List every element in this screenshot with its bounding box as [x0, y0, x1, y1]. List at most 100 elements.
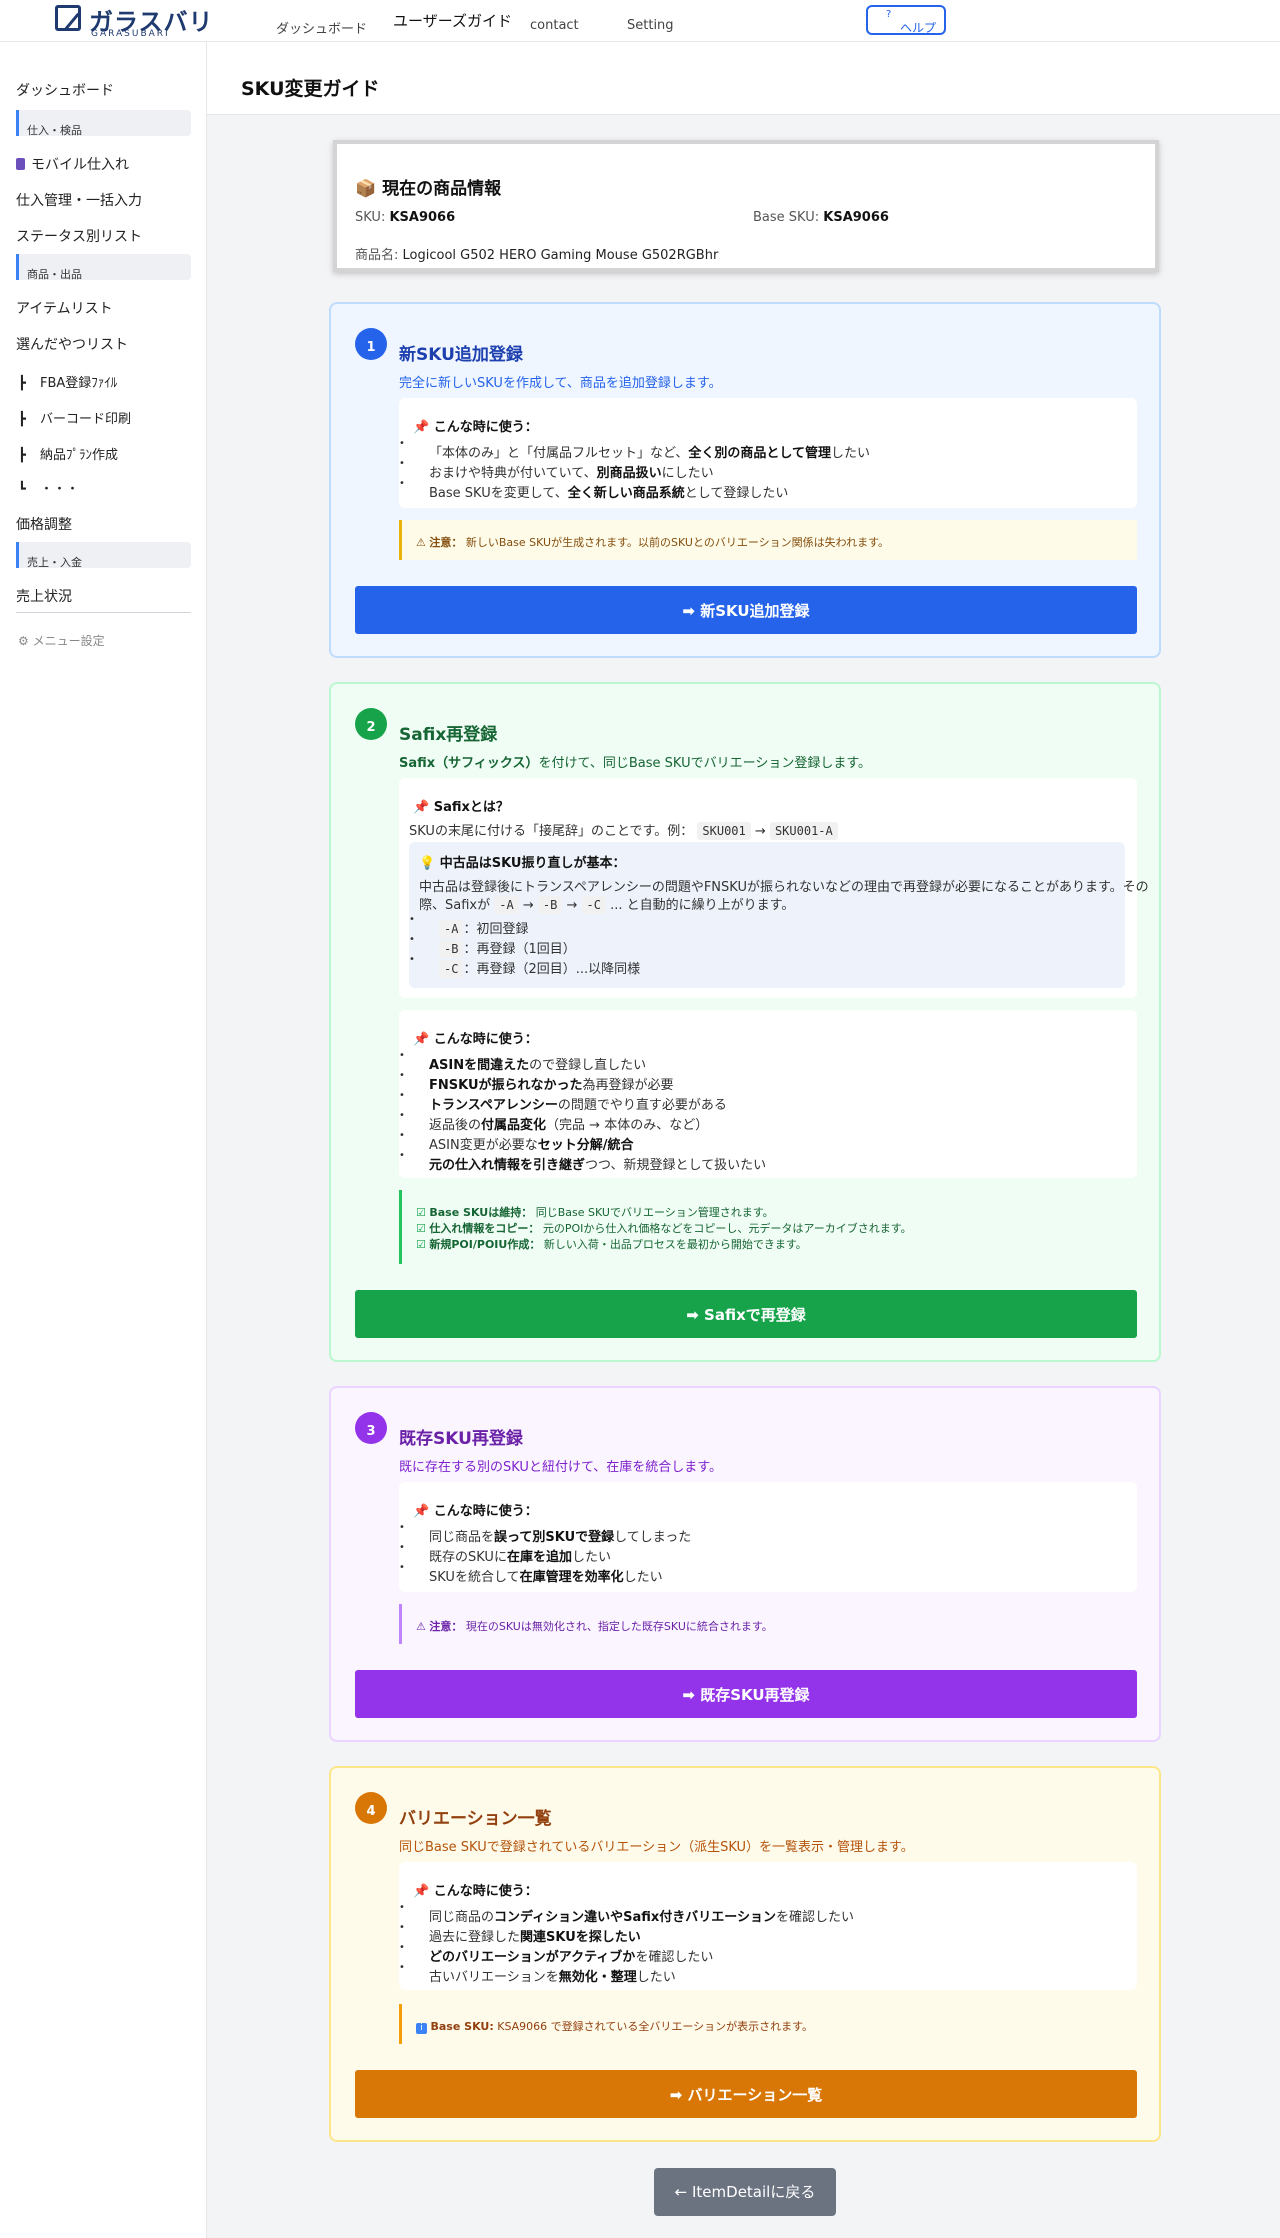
product-sku: SKU: KSA9066 [355, 210, 456, 225]
sidebar-group-listing: 商品・出品 [16, 254, 191, 281]
sidebar-item-label: バーコード印刷 [40, 412, 132, 427]
safix-button[interactable]: ➡ Safixで再登録 [355, 1290, 1137, 1338]
back-to-itemdetail-button[interactable]: ← ItemDetailに戻る [654, 2168, 836, 2216]
sidebar-group-sales: 売上・入金 [16, 542, 191, 569]
nav-contact[interactable]: contact [530, 18, 579, 33]
card-description: 同じBase SKUで登録されているバリエーション（派生SKU）を一覧表示・管理… [399, 1840, 914, 1855]
usage-heading: 📌 こんな時に使う： [413, 1504, 538, 1519]
sidebar-menu-settings[interactable]: ⚙ メニュー設定 [18, 632, 105, 649]
pin-icon: 📌 [413, 1884, 430, 1899]
main-content: SKU変更ガイド 📦 現在の商品情報 SKU: KSA9066 Base SKU… [207, 42, 1280, 2238]
existing-sku-card: 3 既存SKU再登録 既に存在する別のSKUと紐付けて、在庫を統合します。 📌 … [329, 1386, 1161, 1742]
sidebar-item-mobile[interactable]: モバイル仕入れ [16, 154, 129, 174]
usage-box: 📌 こんな時に使う： • ASINを間違えたので登録し直したい • FNSKUが振ら… [399, 1010, 1137, 1178]
sidebar-item-delivery[interactable]: ┣ 納品ﾌﾟﾗﾝ作成 [18, 444, 118, 463]
usage-heading: 📌 こんな時に使う： [413, 420, 538, 435]
sidebar-item-fba[interactable]: ┣ FBA登録ﾌｧｲﾙ [18, 372, 117, 391]
gear-icon: ⚙ [18, 634, 29, 648]
logo[interactable]: ガラスバリ GARASUBARI [55, 2, 215, 40]
sidebar-item-dashboard[interactable]: ダッシュボード [16, 80, 114, 100]
product-name: 商品名: Logicool G502 HERO Gaming Mouse G50… [355, 248, 719, 263]
usage-box: 📌 こんな時に使う： • 同じ商品のコンディション違いやSafix付きバリエーショ… [399, 1862, 1137, 1990]
card-title: Safix再登録 [399, 725, 498, 745]
nav-setting[interactable]: Setting [627, 18, 674, 33]
info-icon: i [416, 2023, 427, 2034]
logo-mark [55, 5, 81, 31]
safix-definition: SKUの末尾に付ける「接尾辞」のことです。例： SKU001 → SKU001-… [409, 820, 838, 840]
usage-box: 📌 こんな時に使う： • 「本体のみ」と「付属品フルセット」など、全く別の商品とし… [399, 398, 1137, 508]
step-badge: 1 [355, 328, 387, 360]
sidebar-item-label: モバイル仕入れ [31, 157, 129, 173]
step-badge: 3 [355, 1412, 387, 1444]
safix-card: 2 Safix再登録 Safix（サフィックス）を付けて、同じBase SKUで… [329, 682, 1161, 1362]
variation-list-button[interactable]: ➡ バリエーション一覧 [355, 2070, 1137, 2118]
sidebar-item-label: 納品ﾌﾟﾗﾝ作成 [40, 448, 119, 463]
pin-icon: 📌 [413, 800, 430, 815]
check-icon: ☑ [416, 1222, 426, 1235]
card-description: 既に存在する別のSKUと紐付けて、在庫を統合します。 [399, 1460, 722, 1475]
card-title: 既存SKU再登録 [399, 1429, 523, 1449]
pin-icon: 📌 [413, 1032, 430, 1047]
sidebar-item-more[interactable]: ┗ ・・・ [18, 478, 79, 497]
check-icon: ☑ [416, 1206, 426, 1219]
warning-note: ⚠ 注意： 新しいBase SKUが生成されます。以前のSKUとのバリエーション… [399, 520, 1137, 560]
safix-heading: 📌 Safixとは？ [413, 800, 509, 815]
sidebar: ダッシュボード 仕入・検品 モバイル仕入れ 仕入管理・一括入力 ステータス別リス… [0, 42, 207, 2238]
new-sku-card: 1 新SKU追加登録 完全に新しいSKUを作成して、商品を追加登録します。 📌 … [329, 302, 1161, 658]
product-info-card: 📦 現在の商品情報 SKU: KSA9066 Base SKU: KSA9066… [333, 140, 1159, 272]
sidebar-group-label: 商品・出品 [27, 268, 82, 281]
tip-heading: 💡 中古品はSKU振り直しが基本： [419, 856, 626, 871]
pin-icon: 📌 [413, 420, 430, 435]
sidebar-item-bulk[interactable]: 仕入管理・一括入力 [16, 190, 142, 210]
package-icon: 📦 [355, 179, 377, 199]
page-header: SKU変更ガイド [207, 42, 1280, 115]
existing-sku-button[interactable]: ➡ 既存SKU再登録 [355, 1670, 1137, 1718]
sidebar-group-label: 売上・入金 [27, 556, 82, 569]
sidebar-group-purchase: 仕入・検品 [16, 110, 191, 137]
sidebar-item-label: メニュー設定 [32, 634, 105, 648]
check-icon: ☑ [416, 1238, 426, 1251]
usage-box: 📌 こんな時に使う： • 同じ商品を誤って別SKUで登録してしまった • 既存のSK… [399, 1482, 1137, 1592]
sidebar-item-status[interactable]: ステータス別リスト [16, 226, 142, 246]
tip-text: 際、Safixが -A → -B → -C ... と自動的に繰り上がります。 [419, 896, 795, 914]
sidebar-item-sales[interactable]: 売上状況 [16, 586, 72, 606]
warning-icon: ⚠ [416, 1620, 426, 1633]
bulb-icon: 💡 [419, 856, 436, 871]
warning-icon: ⚠ [416, 536, 426, 549]
sidebar-item-picked[interactable]: 選んだやつリスト [16, 334, 128, 354]
product-base-sku: Base SKU: KSA9066 [753, 210, 889, 225]
help-label: ヘルプ [900, 21, 937, 35]
nav-users-guide[interactable]: ユーザーズガイド [393, 10, 512, 31]
used-item-tip: 💡 中古品はSKU振り直しが基本： 中古品は登録後にトランスペアレンシーの問題や… [409, 842, 1149, 988]
sidebar-divider [16, 612, 191, 613]
warning-note: ⚠ 注意： 現在のSKUは無効化され、指定した既存SKUに統合されます。 [399, 1604, 1137, 1644]
info-note: i Base SKU: KSA9066 で登録されている全バリエーションが表示さ… [399, 2004, 1137, 2044]
question-icon: ? [886, 9, 892, 20]
sidebar-item-itemlist[interactable]: アイテムリスト [16, 298, 113, 318]
help-button[interactable]: ? ヘルプ [866, 5, 946, 35]
top-navbar: ガラスバリ GARASUBARI ダッシュボード ユーザーズガイド contac… [0, 0, 1280, 42]
step-badge: 2 [355, 708, 387, 740]
phone-icon [16, 158, 25, 170]
variation-list-card: 4 バリエーション一覧 同じBase SKUで登録されているバリエーション（派生… [329, 1766, 1161, 2142]
product-info-title: 📦 現在の商品情報 [355, 179, 502, 199]
safix-explain-box: 📌 Safixとは？ SKUの末尾に付ける「接尾辞」のことです。例： SKU00… [399, 778, 1149, 998]
sidebar-item-price[interactable]: 価格調整 [16, 514, 72, 534]
card-description: Safix（サフィックス）を付けて、同じBase SKUでバリエーション登録しま… [399, 756, 872, 771]
card-title: 新SKU追加登録 [399, 345, 523, 365]
sidebar-item-barcode[interactable]: ┣ バーコード印刷 [18, 408, 131, 427]
logo-subtext: GARASUBARI [91, 29, 170, 39]
card-title: バリエーション一覧 [399, 1809, 552, 1829]
page-title: SKU変更ガイド [241, 78, 380, 100]
usage-heading: 📌 こんな時に使う： [413, 1032, 538, 1047]
card-description: 完全に新しいSKUを作成して、商品を追加登録します。 [399, 376, 722, 391]
new-sku-button[interactable]: ➡ 新SKU追加登録 [355, 586, 1137, 634]
tip-text: 中古品は登録後にトランスペアレンシーの問題やFNSKUが振られないなどの理由で再… [419, 880, 1149, 895]
pin-icon: 📌 [413, 1504, 430, 1519]
info-note: ☑ Base SKUは維持： 同じBase SKUでバリエーション管理されます。… [399, 1190, 1137, 1264]
sidebar-item-label: ・・・ [40, 482, 80, 497]
sidebar-group-label: 仕入・検品 [27, 124, 82, 137]
nav-dashboard[interactable]: ダッシュボード [276, 18, 367, 37]
step-badge: 4 [355, 1792, 387, 1824]
sidebar-item-label: FBA登録ﾌｧｲﾙ [40, 376, 118, 391]
